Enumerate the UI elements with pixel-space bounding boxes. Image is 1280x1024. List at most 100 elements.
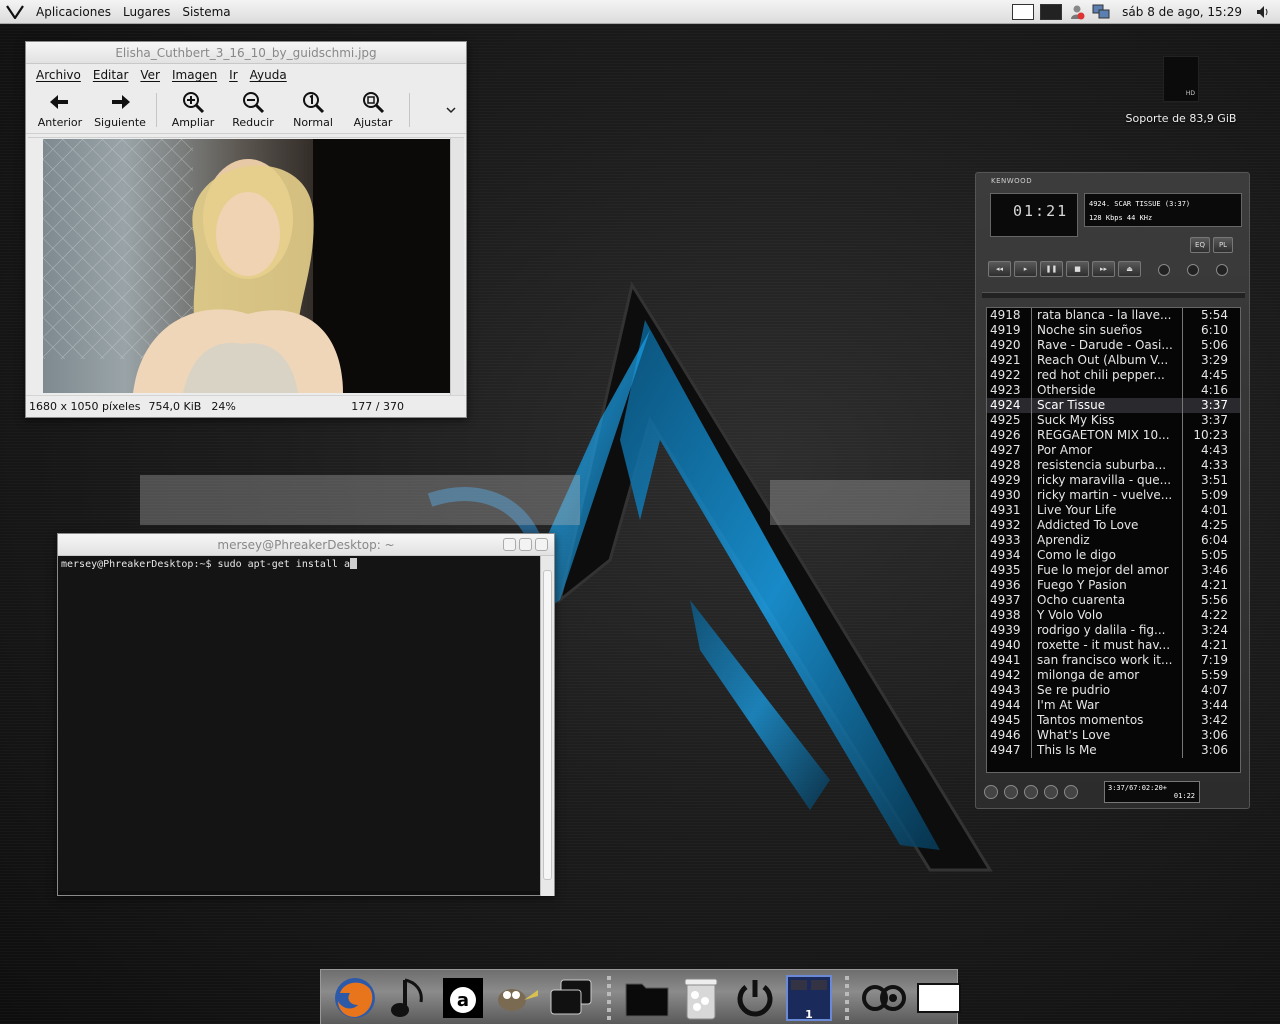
menu-applications[interactable]: Aplicaciones	[30, 5, 117, 19]
playlist-row[interactable]: 4921 Reach Out (Album V... 3:29	[987, 353, 1240, 368]
compiz-icon[interactable]	[861, 974, 909, 1022]
stop-button[interactable]: ■	[1066, 261, 1089, 277]
zoom-in-button[interactable]: Ampliar	[163, 86, 223, 129]
chat-icon[interactable]	[547, 974, 595, 1022]
menu-imagen[interactable]: Imagen	[166, 68, 223, 82]
playlist-row[interactable]: 4934 Como le digo 5:05	[987, 548, 1240, 563]
playlist-row[interactable]: 4945 Tantos momentos 3:42	[987, 713, 1240, 728]
svg-text:a: a	[457, 990, 469, 1011]
playlist-row[interactable]: 4919 Noche sin sueños 6:10	[987, 323, 1240, 338]
remove-button[interactable]	[1004, 785, 1018, 799]
eject-button[interactable]: ⏏	[1118, 261, 1141, 277]
select-button[interactable]	[1024, 785, 1038, 799]
play-button[interactable]: ▸	[1014, 261, 1037, 277]
zoom-normal-button[interactable]: Normal	[283, 86, 343, 129]
toolbar-overflow-button[interactable]	[436, 86, 466, 134]
next-button[interactable]: Siguiente	[90, 86, 150, 129]
add-button[interactable]	[984, 785, 998, 799]
folder-icon[interactable]	[623, 974, 671, 1022]
zoom-in-label: Ampliar	[171, 116, 215, 129]
zoom-out-button[interactable]: Reducir	[223, 86, 283, 129]
playlist-row[interactable]: 4925 Suck My Kiss 3:37	[987, 413, 1240, 428]
workspace-switcher-icon[interactable]: 1	[785, 974, 833, 1022]
track-duration: 4:22	[1201, 608, 1228, 622]
playlist-row[interactable]: 4920 Rave - Darude - Oasi... 5:06	[987, 338, 1240, 353]
track-title: REGGAETON MIX 10...	[1037, 428, 1170, 442]
image-scrollbar[interactable]	[450, 138, 464, 396]
terminal-scrollbar-thumb[interactable]	[543, 570, 552, 880]
shuffle-knob[interactable]	[1158, 264, 1170, 276]
previous-button[interactable]: Anterior	[30, 86, 90, 129]
maximize-button[interactable]	[519, 538, 532, 551]
playlist-row[interactable]: 4937 Ocho cuarenta 5:56	[987, 593, 1240, 608]
playlist-row[interactable]: 4936 Fuego Y Pasion 4:21	[987, 578, 1240, 593]
trash-icon[interactable]	[677, 974, 725, 1022]
firefox-icon[interactable]	[331, 974, 379, 1022]
menu-system[interactable]: Sistema	[176, 5, 236, 19]
menu-archivo[interactable]: Archivo	[30, 68, 87, 82]
track-title: Como le digo	[1037, 548, 1117, 562]
track-title: roxette - it must hav...	[1037, 638, 1171, 652]
menu-places[interactable]: Lugares	[117, 5, 176, 19]
next-track-button[interactable]: ▸▸	[1092, 261, 1115, 277]
playlist-row-current[interactable]: 4924 Scar Tissue 3:37	[987, 398, 1240, 413]
playlist-row[interactable]: 4930 ricky martin - vuelve... 5:09	[987, 488, 1240, 503]
playlist-row[interactable]: 4933 Aprendiz 6:04	[987, 533, 1240, 548]
playlist-row[interactable]: 4923 Otherside 4:16	[987, 383, 1240, 398]
power-icon[interactable]	[731, 974, 779, 1022]
playlist-row[interactable]: 4922 red hot chili pepper... 4:45	[987, 368, 1240, 383]
playlist-row[interactable]: 4947 This Is Me 3:06	[987, 743, 1240, 758]
menu-ir[interactable]: Ir	[223, 68, 243, 82]
workspace-1[interactable]	[1012, 3, 1035, 20]
pause-button[interactable]: ❚❚	[1040, 261, 1063, 277]
ubuntu-logo-icon[interactable]	[0, 0, 30, 24]
clock[interactable]: sáb 8 de ago, 15:29	[1122, 5, 1242, 19]
list-button[interactable]	[1064, 785, 1078, 799]
music-note-icon[interactable]	[385, 974, 433, 1022]
track-duration: 5:09	[1201, 488, 1228, 502]
user-icon[interactable]	[1068, 3, 1086, 21]
terminal-body[interactable]: mersey@PhreakerDesktop:~$ sudo apt-get i…	[58, 556, 540, 891]
playlist-row[interactable]: 4942 milonga de amor 5:59	[987, 668, 1240, 683]
misc-button[interactable]	[1044, 785, 1058, 799]
playlist-row[interactable]: 4940 roxette - it must hav... 4:21	[987, 638, 1240, 653]
equalizer-button[interactable]: EQ	[1190, 237, 1210, 253]
zoom-fit-button[interactable]: Ajustar	[343, 86, 403, 129]
volume-icon[interactable]	[1254, 3, 1272, 21]
workspace-2[interactable]	[1040, 3, 1063, 20]
track-number: 4945	[990, 713, 1021, 727]
playlist-row[interactable]: 4941 san francisco work it... 7:19	[987, 653, 1240, 668]
playlist-toggle-button[interactable]: PL	[1213, 237, 1233, 253]
menu-ayuda[interactable]: Ayuda	[244, 68, 293, 82]
network-icon[interactable]	[1092, 3, 1110, 21]
image-viewer-titlebar[interactable]: Elisha_Cuthbert_3_16_10_by_guidschmi.jpg	[26, 42, 466, 64]
menu-ver[interactable]: Ver	[134, 68, 166, 82]
playlist-row[interactable]: 4938 Y Volo Volo 4:22	[987, 608, 1240, 623]
amarok-icon[interactable]: a	[439, 974, 487, 1022]
image-canvas[interactable]	[28, 137, 464, 396]
playlist-row[interactable]: 4918 rata blanca - la llave... 5:54	[987, 308, 1240, 323]
playlist-row[interactable]: 4931 Live Your Life 4:01	[987, 503, 1240, 518]
previous-track-button[interactable]: ◂◂	[988, 261, 1011, 277]
desktop-drive-icon[interactable]: HD Soporte de 83,9 GiB	[1125, 56, 1237, 125]
playlist-row[interactable]: 4929 ricky maravilla - que... 3:51	[987, 473, 1240, 488]
playlist[interactable]: 4918 rata blanca - la llave... 5:54 4919 Noc…	[986, 307, 1241, 773]
minimize-button[interactable]	[503, 538, 516, 551]
power-knob[interactable]	[1216, 264, 1228, 276]
playlist-row[interactable]: 4946 What's Love 3:06	[987, 728, 1240, 743]
playlist-row[interactable]: 4928 resistencia suburba... 4:33	[987, 458, 1240, 473]
close-button[interactable]	[535, 538, 548, 551]
playlist-row[interactable]: 4939 rodrigo y dalila - fig... 3:24	[987, 623, 1240, 638]
playlist-row[interactable]: 4926 REGGAETON MIX 10... 10:23	[987, 428, 1240, 443]
terminal-scrollbar[interactable]	[540, 556, 554, 896]
menu-editar[interactable]: Editar	[87, 68, 135, 82]
gimp-icon[interactable]	[493, 974, 541, 1022]
playlist-row[interactable]: 4927 Por Amor 4:43	[987, 443, 1240, 458]
playlist-row[interactable]: 4935 Fue lo mejor del amor 3:46	[987, 563, 1240, 578]
terminal-titlebar[interactable]: mersey@PhreakerDesktop: ~	[58, 534, 554, 556]
playlist-row[interactable]: 4932 Addicted To Love 4:25	[987, 518, 1240, 533]
playlist-row[interactable]: 4943 Se re pudrio 4:07	[987, 683, 1240, 698]
playlist-row[interactable]: 4944 I'm At War 3:44	[987, 698, 1240, 713]
repeat-knob[interactable]	[1187, 264, 1199, 276]
window-icon[interactable]	[915, 974, 963, 1022]
